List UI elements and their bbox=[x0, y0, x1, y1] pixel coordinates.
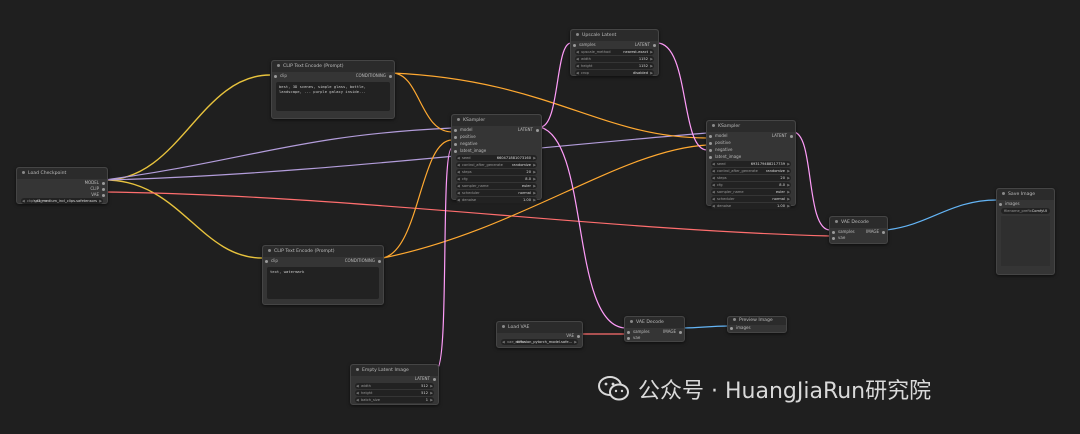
filename-prefix-widget[interactable]: filename_prefix ComfyUI bbox=[1001, 208, 1050, 214]
wire-model-to-ksampler2 bbox=[104, 132, 708, 181]
input-clip[interactable]: clip bbox=[274, 72, 287, 80]
batch-size-widget[interactable]: ◀ batch_size 1 ▶ bbox=[355, 397, 434, 403]
scheduler-widget[interactable]: ◀ scheduler normal ▶ bbox=[456, 190, 537, 196]
node-title: KSampler bbox=[463, 118, 486, 123]
output-latent[interactable]: LATENT bbox=[635, 41, 656, 49]
steps-widget[interactable]: ◀ steps 20 ▶ bbox=[711, 175, 791, 181]
image-preview-area bbox=[1001, 216, 1050, 266]
node-clip-text-encode-negative[interactable]: CLIP Text Encode (Prompt) clip CONDITIONI… bbox=[262, 245, 384, 305]
upscale-method-widget[interactable]: ◀ upscale_method nearest-exact ▶ bbox=[575, 49, 654, 55]
denoise-widget[interactable]: ◀ denoise 1.00 ▶ bbox=[711, 203, 791, 209]
node-save-image[interactable]: Save Image images filename_prefix ComfyUI bbox=[996, 188, 1055, 275]
node-title: CLIP Text Encode (Prompt) bbox=[283, 64, 344, 69]
sampler-name-widget[interactable]: ◀ sampler_name euler ▶ bbox=[456, 183, 537, 189]
output-latent[interactable]: LATENT bbox=[415, 376, 436, 382]
control-after-generate-widget[interactable]: ◀ control_after_generate randomize ▶ bbox=[456, 162, 537, 168]
node-upscale-latent[interactable]: Upscale Latent samples LATENT ◀ upscale_me… bbox=[570, 29, 659, 76]
input-latent-image[interactable]: latent_image bbox=[454, 147, 486, 155]
wechat-icon bbox=[598, 376, 629, 401]
wire-ksampler1-to-upscale bbox=[539, 42, 572, 128]
wire-negative-to-ksampler2 bbox=[382, 144, 708, 259]
width-widget[interactable]: ◀ width 512 ▶ bbox=[355, 383, 434, 389]
node-title: KSampler bbox=[718, 124, 741, 129]
input-vae[interactable]: vae bbox=[627, 334, 640, 342]
width-widget[interactable]: ◀ width 1152 ▶ bbox=[575, 56, 654, 62]
node-title: VAE Decode bbox=[636, 320, 664, 325]
height-widget[interactable]: ◀ height 1152 ▶ bbox=[575, 63, 654, 69]
input-images[interactable]: images bbox=[730, 325, 751, 331]
output-vae[interactable]: VAE bbox=[566, 333, 580, 338]
node-title: Save Image bbox=[1008, 192, 1036, 197]
node-empty-latent-image[interactable]: Empty Latent Image LATENT ◀ width 512 ▶ ◀ he… bbox=[350, 364, 439, 405]
arrow-left-icon[interactable]: ◀ bbox=[22, 198, 25, 204]
wire-positive-to-ksampler1 bbox=[391, 72, 453, 133]
input-images[interactable]: images bbox=[999, 200, 1020, 208]
node-vae-decode-2[interactable]: VAE Decode samples IMAGE vae bbox=[624, 316, 685, 342]
prompt-textarea[interactable]: best, 3D scenes, simple glass, bottle, l… bbox=[276, 82, 390, 111]
wire-model-to-ksampler1 bbox=[104, 127, 453, 181]
output-conditioning[interactable]: CONDITIONING bbox=[356, 72, 392, 80]
denoise-widget[interactable]: ◀ denoise 1.00 ▶ bbox=[456, 197, 537, 203]
input-samples[interactable]: samples bbox=[573, 41, 596, 49]
output-conditioning[interactable]: CONDITIONING bbox=[345, 257, 381, 265]
height-widget[interactable]: ◀ height 512 ▶ bbox=[355, 390, 434, 396]
seed-widget[interactable]: ◀ seed 660471881073160 ▶ bbox=[456, 155, 537, 161]
wire-vaedecode1-to-save bbox=[885, 199, 998, 231]
node-title: CLIP Text Encode (Prompt) bbox=[274, 249, 335, 254]
node-ksampler-2[interactable]: KSampler model LATENT positive negative l… bbox=[706, 120, 796, 209]
node-title: Load VAE bbox=[508, 325, 530, 330]
watermark-text: 公众号 · HuangJiaRun研究院 bbox=[638, 379, 932, 404]
watermark: 公众号 · HuangJiaRun研究院 bbox=[598, 372, 931, 406]
steps-widget[interactable]: ◀ steps 20 ▶ bbox=[456, 169, 537, 175]
node-vae-decode-1[interactable]: VAE Decode samples IMAGE vae bbox=[829, 216, 888, 244]
node-title: VAE Decode bbox=[841, 220, 869, 225]
crop-widget[interactable]: ◀ crop disabled ▶ bbox=[575, 70, 654, 76]
node-ksampler-1[interactable]: KSampler model LATENT positive negative l… bbox=[451, 114, 542, 203]
cfg-widget[interactable]: ◀ cfg 8.0 ▶ bbox=[711, 182, 791, 188]
node-clip-text-encode-positive[interactable]: CLIP Text Encode (Prompt) clip CONDITIONI… bbox=[271, 60, 395, 119]
node-load-vae[interactable]: Load VAE VAE ◀ vae_name diffusion_pytorch_… bbox=[496, 321, 583, 348]
cfg-widget[interactable]: ◀ cfg 8.0 ▶ bbox=[456, 176, 537, 182]
wire-vaedecode2-to-preview bbox=[682, 325, 729, 329]
wire-ksampler2-to-vaedecode1 bbox=[792, 131, 831, 231]
wire-canvas bbox=[104, 42, 998, 371]
node-preview-image[interactable]: Preview Image images bbox=[727, 316, 787, 333]
wire-ksampler1-to-vaedecode2 bbox=[539, 126, 626, 329]
control-after-generate-widget[interactable]: ◀ control_after_generate randomize ▶ bbox=[711, 168, 791, 174]
wire-empty-to-ksampler1 bbox=[435, 147, 453, 371]
ckpt-name-widget[interactable]: ◀ ckpt_name sd3_medium_incl_clips.safetens… bbox=[21, 198, 103, 204]
prompt-textarea[interactable]: text, watermark bbox=[267, 267, 379, 299]
node-title: Upscale Latent bbox=[582, 33, 617, 38]
scheduler-widget[interactable]: ◀ scheduler normal ▶ bbox=[711, 196, 791, 202]
input-latent-image[interactable]: latent_image bbox=[709, 153, 741, 161]
arrow-right-icon[interactable]: ▶ bbox=[99, 198, 102, 204]
wire-clip-to-negative bbox=[104, 179, 263, 259]
node-title: Empty Latent Image bbox=[362, 368, 409, 373]
vae-name-widget[interactable]: ◀ vae_name diffusion_pytorch_model.safe...… bbox=[501, 339, 578, 345]
seed-widget[interactable]: ◀ seed 693179488217739 ▶ bbox=[711, 161, 791, 167]
node-title: Preview Image bbox=[739, 318, 773, 323]
sampler-name-widget[interactable]: ◀ sampler_name euler ▶ bbox=[711, 189, 791, 195]
wire-clip-to-positive bbox=[104, 74, 271, 181]
input-vae[interactable]: vae bbox=[832, 234, 845, 242]
node-title: Load Checkpoint bbox=[28, 171, 67, 176]
node-load-checkpoint[interactable]: Load Checkpoint MODEL CLIP VAE ◀ ckpt_nam… bbox=[16, 167, 108, 204]
input-clip[interactable]: clip bbox=[265, 257, 278, 265]
